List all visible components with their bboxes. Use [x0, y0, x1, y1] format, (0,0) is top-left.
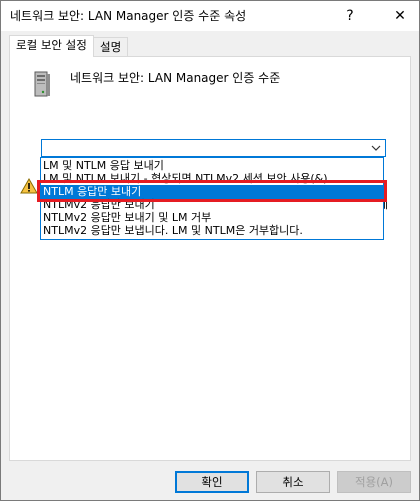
dropdown-option[interactable]: NTLMv2 응답만 보내기 및 LM 거부 — [41, 211, 383, 225]
apply-button[interactable]: 적용(A) — [337, 471, 411, 493]
tab-local-security-setting[interactable]: 로컬 보안 설정 — [9, 35, 94, 57]
help-button[interactable]: ? — [331, 1, 369, 31]
dropdown-option[interactable]: NTLMv2 응답만 보냅니다. LM 및 NTLM은 거부합니다. — [41, 224, 383, 238]
auth-level-combobox[interactable] — [41, 139, 386, 157]
tab-panel: 네트워크 보안: LAN Manager 인증 수준 게 — [9, 56, 411, 461]
close-button[interactable]: ✕ — [381, 1, 419, 31]
window-title: 네트워크 보안: LAN Manager 인증 수준 속성 — [10, 9, 247, 23]
server-icon — [34, 71, 50, 97]
policy-name: 네트워크 보안: LAN Manager 인증 수준 — [70, 71, 281, 85]
title-bar: 네트워크 보안: LAN Manager 인증 수준 속성 ? ✕ — [1, 1, 419, 31]
tab-explain[interactable]: 설명 — [93, 37, 129, 57]
warning-icon — [20, 178, 38, 194]
cancel-button[interactable]: 취소 — [256, 471, 330, 493]
chevron-down-icon[interactable] — [367, 140, 385, 156]
dropdown-option[interactable]: LM 및 NTLM 응답 보내기 — [41, 159, 383, 173]
highlight-annotation-box — [37, 180, 387, 202]
ok-button[interactable]: 확인 — [175, 471, 249, 493]
properties-dialog: 네트워크 보안: LAN Manager 인증 수준 속성 ? ✕ 로컬 보안 … — [0, 0, 420, 501]
tab-strip: 로컬 보안 설정 설명 — [9, 35, 411, 57]
